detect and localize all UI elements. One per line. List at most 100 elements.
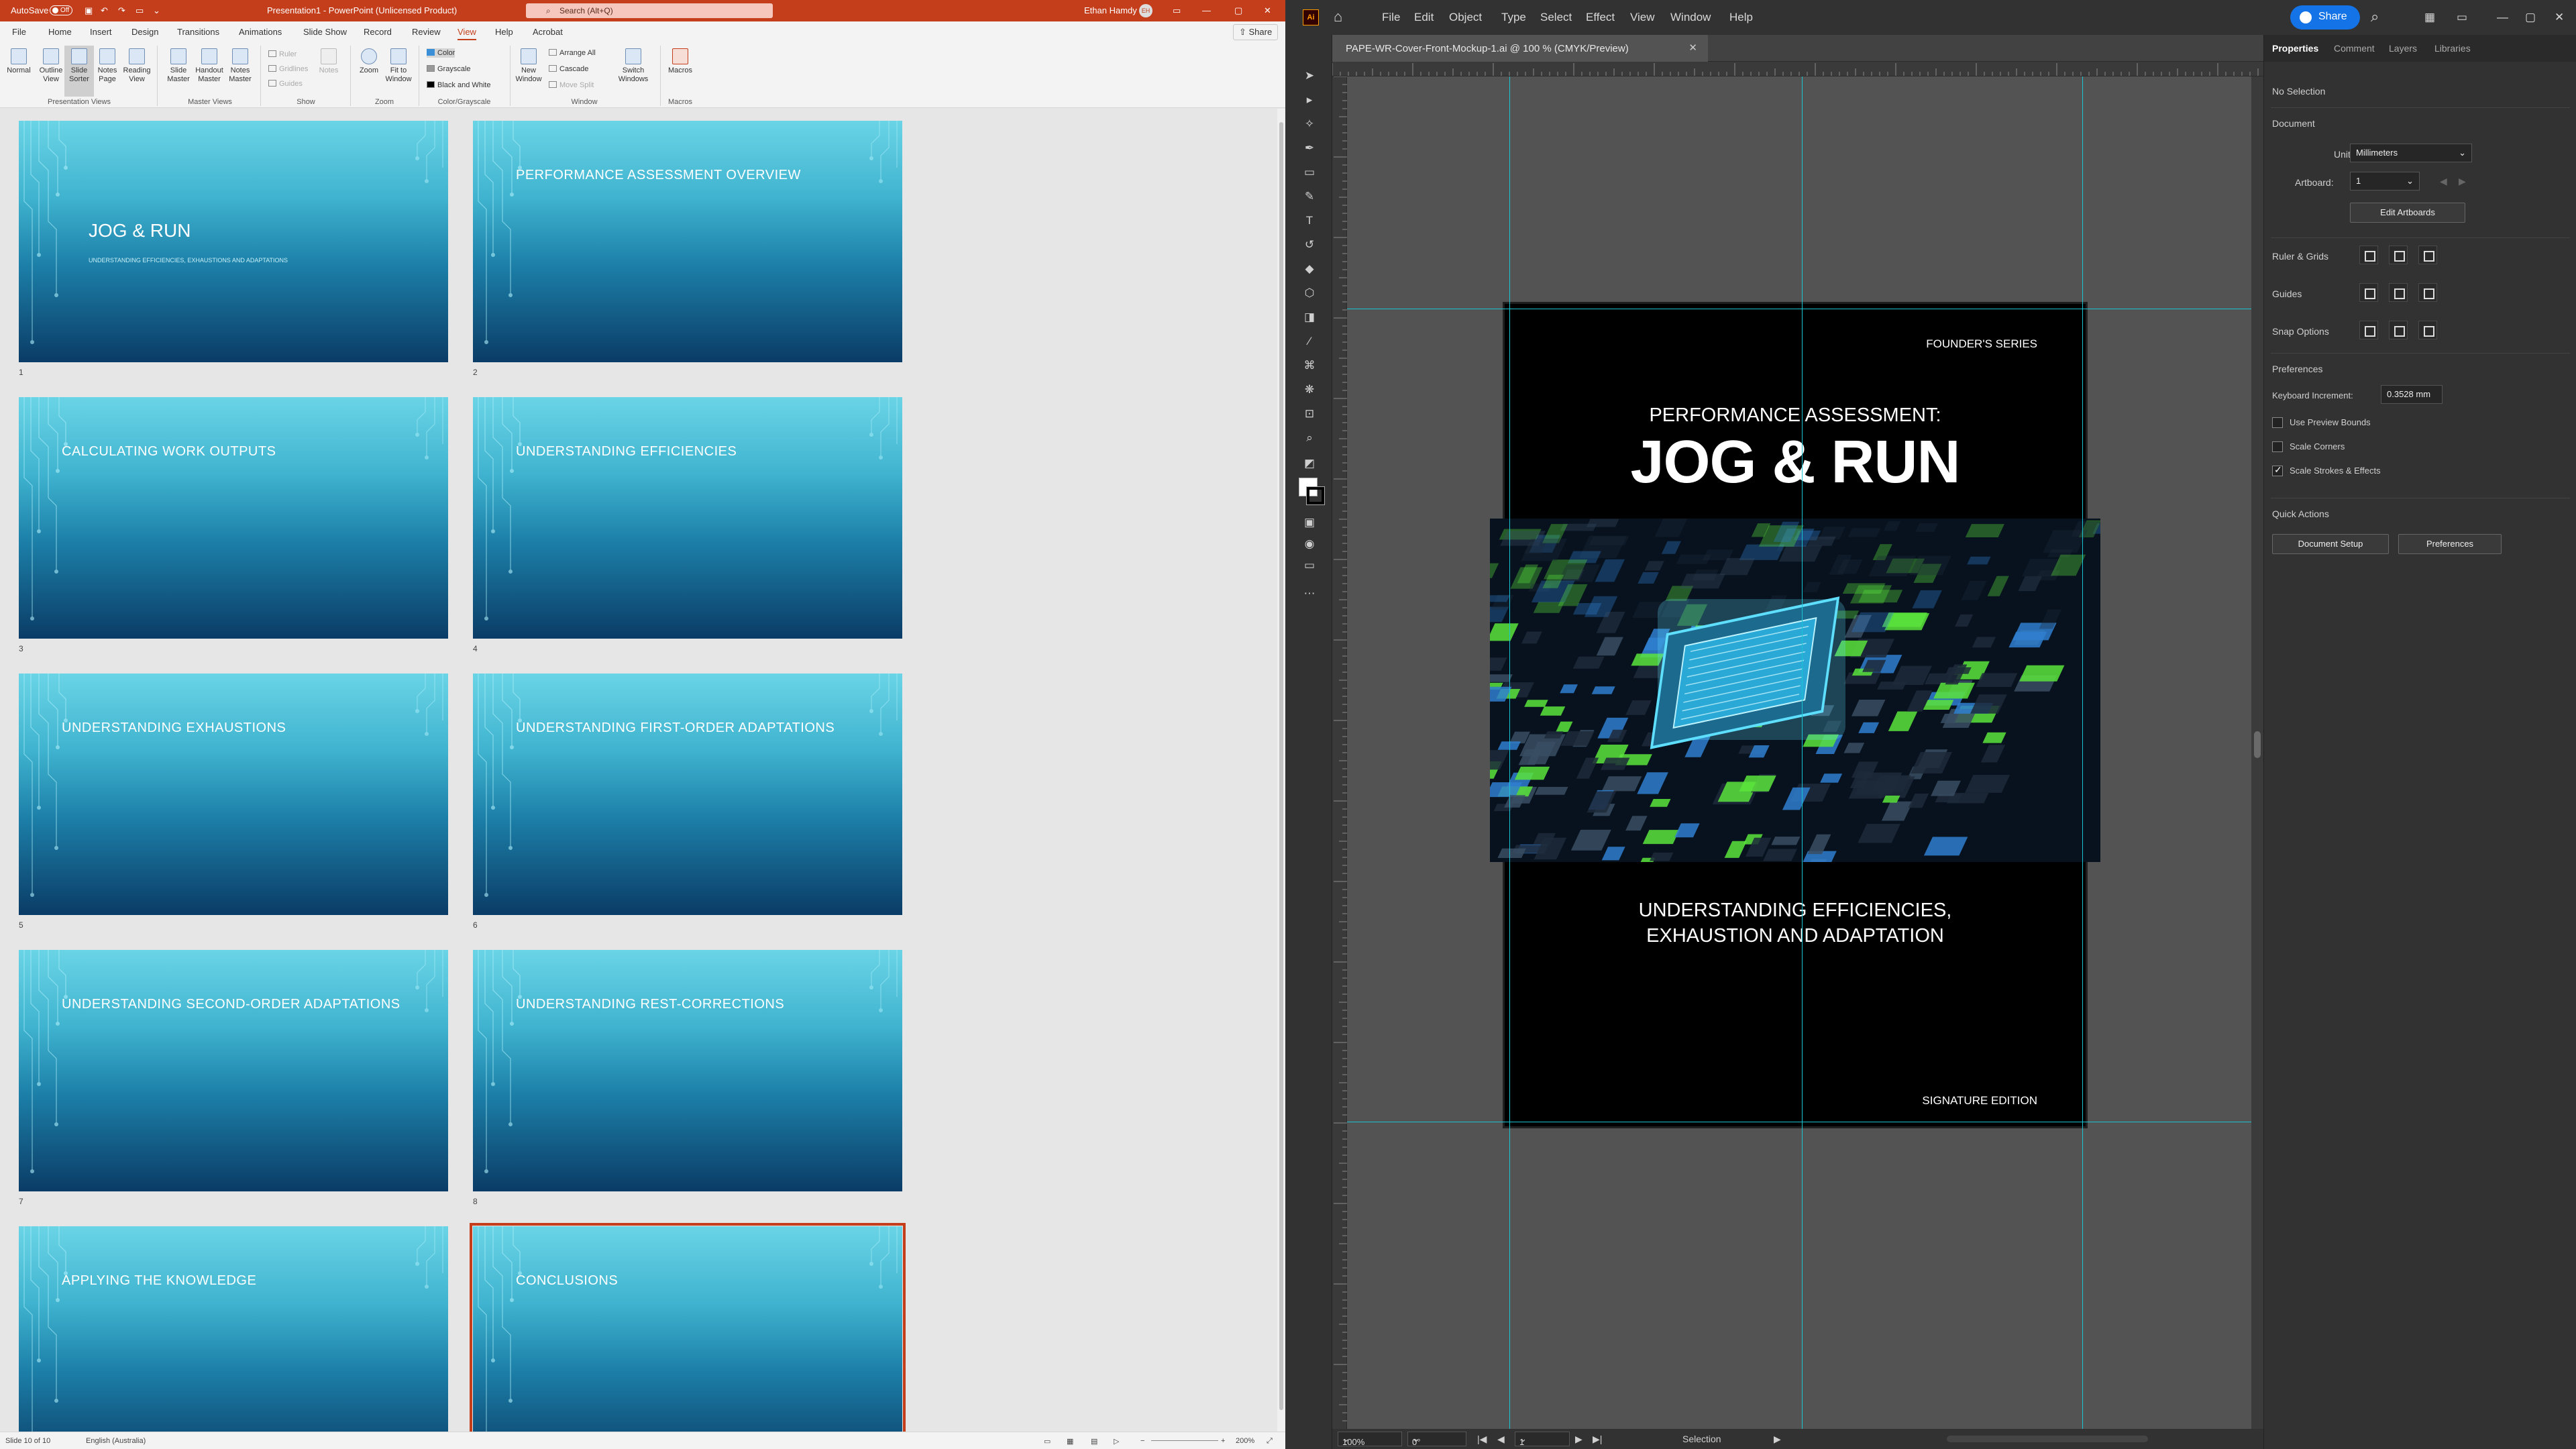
artboard-navigator[interactable]: 1 ⌄	[1515, 1432, 1570, 1447]
rotation-field[interactable]: 0° ⌄	[1407, 1432, 1466, 1447]
redo-icon[interactable]: ↷	[118, 5, 125, 16]
normal-view-button[interactable]: Normal	[4, 46, 34, 75]
menu-view[interactable]: View	[1630, 11, 1655, 24]
document-tab[interactable]: PAPE-WR-Cover-Front-Mockup-1.ai @ 100 % …	[1332, 35, 1708, 62]
artboard-dropdown[interactable]: 1 ⌄	[2350, 172, 2420, 191]
reading-view-status-icon[interactable]: ▤	[1091, 1437, 1097, 1446]
screen-mode-icon[interactable]: ▭	[1302, 558, 1317, 573]
tab-transitions[interactable]: Transitions	[177, 27, 219, 37]
handout-master-button[interactable]: Handout Master	[195, 46, 224, 84]
edit-artboards-button[interactable]: Edit Artboards	[2350, 203, 2465, 223]
scale-corners-checkbox[interactable]	[2272, 441, 2283, 452]
menu-object[interactable]: Object	[1449, 11, 1482, 24]
series-text[interactable]: FOUNDER'S SERIES	[1926, 337, 2037, 351]
scroll-thumb[interactable]	[2254, 731, 2261, 758]
tab-animations[interactable]: Animations	[239, 27, 282, 37]
notes-page-button[interactable]: Notes Page	[93, 46, 122, 84]
artboard-cover[interactable]: FOUNDER'S SERIES PERFORMANCE ASSESSMENT:…	[1490, 302, 2100, 1128]
search-box[interactable]: ⌕ Search (Alt+Q)	[526, 3, 773, 18]
slide-thumbnail-4[interactable]: UNDERSTANDING EFFICIENCIES	[473, 397, 902, 639]
pretitle-text[interactable]: PERFORMANCE ASSESSMENT:	[1505, 405, 2086, 427]
tab-insert[interactable]: Insert	[90, 27, 112, 37]
present-icon[interactable]: ▭	[136, 5, 144, 16]
snap-to-point-icon[interactable]	[2359, 321, 2378, 339]
guide-vertical-left[interactable]	[1509, 76, 1510, 1429]
cover-image-chip[interactable]	[1490, 519, 2100, 862]
menu-file[interactable]: File	[1382, 11, 1400, 24]
tab-design[interactable]: Design	[131, 27, 158, 37]
tab-libraries[interactable]: Libraries	[2434, 43, 2471, 54]
zoom-out-icon[interactable]: −	[1140, 1437, 1144, 1445]
symbol-sprayer-tool-icon[interactable]: ❋	[1302, 382, 1317, 397]
horizontal-scrollbar[interactable]	[1947, 1436, 2148, 1442]
share-button[interactable]: ⇧ Share	[1233, 24, 1279, 40]
subtitle-line-1[interactable]: UNDERSTANDING EFFICIENCIES,	[1505, 900, 2086, 922]
macros-button[interactable]: Macros	[665, 46, 695, 75]
normal-view-status-icon[interactable]: ▭	[1044, 1437, 1051, 1446]
search-icon[interactable]: ⌕	[2371, 8, 2379, 25]
zoom-level[interactable]: 200%	[1236, 1437, 1254, 1445]
home-icon[interactable]: ⌂	[1334, 8, 1342, 25]
transparency-grid-icon[interactable]	[2418, 246, 2437, 264]
keyboard-increment-field[interactable]: 0.3528 mm	[2381, 385, 2443, 404]
slide-sorter-status-icon[interactable]: ▦	[1067, 1437, 1073, 1446]
first-artboard-icon[interactable]: |◀	[1477, 1434, 1487, 1445]
tab-view[interactable]: View	[458, 27, 476, 40]
ruler-checkbox[interactable]: Ruler	[268, 50, 297, 59]
ai-share-button[interactable]: Share	[2290, 5, 2360, 30]
undo-icon[interactable]: ↶	[101, 5, 108, 16]
draw-mode-icon[interactable]: ◉	[1302, 537, 1317, 551]
slide-thumbnail-5[interactable]: UNDERSTANDING EXHAUSTIONS	[19, 674, 448, 915]
grayscale-button[interactable]: Grayscale	[427, 64, 471, 74]
menu-edit[interactable]: Edit	[1414, 11, 1434, 24]
slide-thumbnail-2[interactable]: PERFORMANCE ASSESSMENT OVERVIEW	[473, 121, 902, 362]
workspace-icon[interactable]: ▦	[2424, 11, 2435, 24]
notes-master-button[interactable]: Notes Master	[225, 46, 255, 84]
guides-toggle-icon[interactable]	[2359, 283, 2378, 302]
slide-sorter-button[interactable]: Slide Sorter	[64, 46, 94, 97]
smart-guides-icon[interactable]	[2418, 283, 2437, 302]
blend-tool-icon[interactable]: ⌘	[1302, 358, 1317, 373]
tab-review[interactable]: Review	[412, 27, 441, 37]
scroll-thumb[interactable]	[1279, 122, 1283, 1410]
outline-view-button[interactable]: Outline View	[36, 46, 66, 84]
menu-select[interactable]: Select	[1540, 11, 1572, 24]
eraser-tool-icon[interactable]: ◆	[1302, 262, 1317, 276]
slide-thumbnail-1[interactable]: JOG & RUN UNDERSTANDING EFFICIENCIES, EXH…	[19, 121, 448, 362]
eyedropper-tool-icon[interactable]: ⁄	[1302, 334, 1317, 349]
arrange-docs-icon[interactable]: ▭	[2457, 11, 2467, 24]
tab-close-icon[interactable]: ✕	[1688, 42, 1697, 54]
last-artboard-icon[interactable]: ▶|	[1593, 1434, 1602, 1445]
lock-guides-icon[interactable]	[2389, 283, 2408, 302]
scale-strokes-checkbox[interactable]	[2272, 464, 2283, 476]
prev-artboard-icon[interactable]: ◀	[2440, 176, 2447, 187]
stroke-swatch[interactable]	[1306, 486, 1325, 505]
restore-icon[interactable]: ▢	[2525, 11, 2536, 24]
gradient-tool-icon[interactable]: ◨	[1302, 310, 1317, 325]
tab-help[interactable]: Help	[495, 27, 513, 37]
direct-selection-tool-icon[interactable]: ▸	[1302, 93, 1317, 107]
tab-properties[interactable]: Properties	[2272, 43, 2318, 54]
slide-thumbnail-3[interactable]: CALCULATING WORK OUTPUTS	[19, 397, 448, 639]
snap-to-pixel-icon[interactable]	[2389, 321, 2408, 339]
tab-layers[interactable]: Layers	[2389, 43, 2417, 54]
fit-to-window-button[interactable]: Fit to Window	[384, 46, 413, 84]
zoom-field[interactable]: 100% ⌄	[1338, 1432, 1402, 1447]
restore-icon[interactable]: ▢	[1234, 5, 1242, 16]
grid-toggle-icon[interactable]	[2389, 246, 2408, 264]
guide-vertical-center[interactable]	[1802, 76, 1803, 1429]
subtitle-line-2[interactable]: EXHAUSTION AND ADAPTATION	[1505, 925, 2086, 947]
type-tool-icon[interactable]: T	[1302, 213, 1317, 228]
slide-thumbnail-9[interactable]: APPLYING THE KNOWLEDGE	[19, 1226, 448, 1432]
tab-slide-show[interactable]: Slide Show	[303, 27, 347, 37]
canvas[interactable]: FOUNDER'S SERIES PERFORMANCE ASSESSMENT:…	[1347, 76, 2251, 1429]
save-icon[interactable]: ▣	[85, 5, 93, 16]
slideshow-status-icon[interactable]: ▷	[1114, 1437, 1119, 1446]
pen-tool-icon[interactable]: ✒	[1302, 141, 1317, 156]
menu-help[interactable]: Help	[1729, 11, 1753, 24]
use-preview-bounds-checkbox[interactable]	[2272, 417, 2283, 428]
new-window-button[interactable]: New Window	[514, 46, 543, 84]
customize-qat-icon[interactable]: ⌄	[153, 5, 160, 16]
reading-view-button[interactable]: Reading View	[122, 46, 152, 84]
tab-acrobat[interactable]: Acrobat	[533, 27, 563, 37]
